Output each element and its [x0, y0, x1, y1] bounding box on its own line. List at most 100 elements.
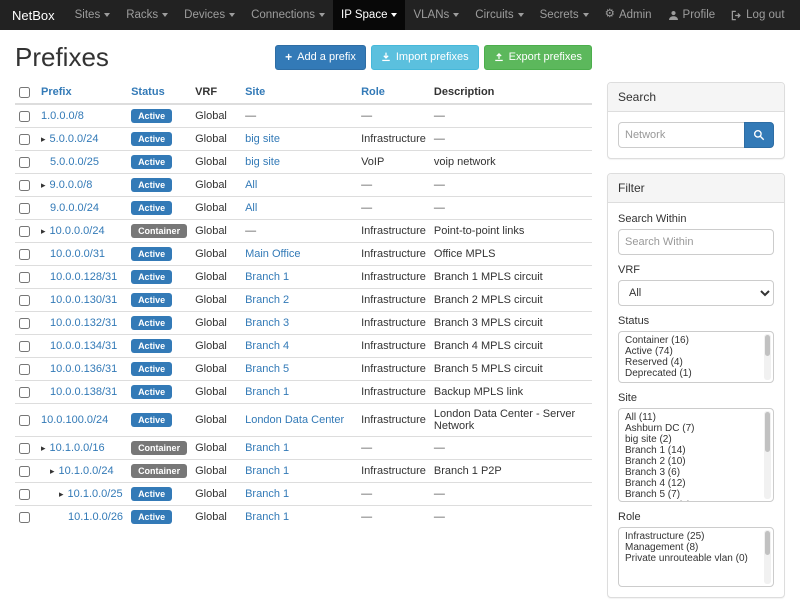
row-checkbox[interactable]	[19, 226, 30, 237]
nav-item-sites[interactable]: Sites	[67, 0, 119, 30]
nav-item-log-out[interactable]: Log out	[723, 0, 792, 30]
prefix-link[interactable]: 10.0.0.136/31	[50, 363, 117, 375]
row-checkbox[interactable]	[19, 157, 30, 168]
nav-item-racks[interactable]: Racks	[118, 0, 176, 30]
listbox-option[interactable]: Reserved (4)	[625, 357, 757, 368]
prefix-link[interactable]: 10.0.100.0/24	[41, 414, 108, 426]
site-link[interactable]: big site	[245, 133, 280, 145]
vrf-select[interactable]: All	[618, 280, 774, 306]
row-checkbox[interactable]	[19, 295, 30, 306]
row-checkbox[interactable]	[19, 111, 30, 122]
export-prefixes-button[interactable]: Export prefixes	[484, 45, 592, 69]
prefix-link[interactable]: 5.0.0.0/25	[50, 156, 99, 168]
site-link[interactable]: Branch 1	[245, 488, 289, 500]
row-checkbox[interactable]	[19, 180, 30, 191]
nav-item-devices[interactable]: Devices	[176, 0, 243, 30]
status-listbox[interactable]: Container (16)Active (74)Reserved (4)Dep…	[618, 331, 774, 383]
prefix-link[interactable]: 10.1.0.0/16	[50, 442, 105, 454]
expand-toggle-icon[interactable]: ▸	[41, 226, 46, 236]
site-link[interactable]: All	[245, 202, 257, 214]
row-checkbox[interactable]	[19, 134, 30, 145]
listbox-option[interactable]: COLO 1 24 (4)	[625, 500, 757, 502]
site-link[interactable]: Branch 1	[245, 442, 289, 454]
site-link[interactable]: All	[245, 179, 257, 191]
row-checkbox[interactable]	[19, 318, 30, 329]
listbox-option[interactable]: Branch 4 (12)	[625, 478, 757, 489]
column-header-label[interactable]: Role	[361, 86, 385, 98]
search-input[interactable]	[618, 122, 745, 148]
listbox-option[interactable]: Branch 5 (7)	[625, 489, 757, 500]
prefix-link[interactable]: 10.0.0.138/31	[50, 386, 117, 398]
site-link[interactable]: Branch 3	[245, 317, 289, 329]
listbox-option[interactable]: Branch 3 (6)	[625, 467, 757, 478]
nav-item-profile[interactable]: Profile	[660, 0, 724, 30]
site-link[interactable]: big site	[245, 156, 280, 168]
brand[interactable]: NetBox	[12, 0, 55, 30]
site-link[interactable]: Main Office	[245, 248, 300, 260]
search-within-input[interactable]	[618, 229, 774, 255]
listbox-option[interactable]: Deprecated (1)	[625, 368, 757, 379]
listbox-option[interactable]: Branch 1 (14)	[625, 445, 757, 456]
listbox-option[interactable]: Active (74)	[625, 346, 757, 357]
site-link[interactable]: Branch 1	[245, 465, 289, 477]
row-checkbox[interactable]	[19, 341, 30, 352]
listbox-option[interactable]: Branch 2 (10)	[625, 456, 757, 467]
listbox-option[interactable]: All (11)	[625, 412, 757, 423]
nav-item-admin[interactable]: ⚙Admin	[597, 0, 660, 30]
nav-item-secrets[interactable]: Secrets	[532, 0, 597, 30]
site-link[interactable]: Branch 2	[245, 294, 289, 306]
prefix-link[interactable]: 10.0.0.0/24	[50, 225, 105, 237]
listbox-option[interactable]: Infrastructure (25)	[625, 531, 757, 542]
listbox-option[interactable]: Private unrouteable vlan (0)	[625, 553, 757, 564]
add-prefix-button[interactable]: + Add a prefix	[275, 45, 366, 69]
listbox-option[interactable]: Ashburn DC (7)	[625, 423, 757, 434]
row-checkbox[interactable]	[19, 203, 30, 214]
scrollbar[interactable]	[764, 530, 771, 584]
site-link[interactable]: Branch 4	[245, 340, 289, 352]
row-checkbox[interactable]	[19, 466, 30, 477]
listbox-option[interactable]: big site (2)	[625, 434, 757, 445]
prefix-link[interactable]: 9.0.0.0/24	[50, 202, 99, 214]
expand-toggle-icon[interactable]: ▸	[59, 489, 64, 499]
scrollbar[interactable]	[764, 334, 771, 380]
site-link[interactable]: Branch 5	[245, 363, 289, 375]
site-listbox[interactable]: All (11)Ashburn DC (7)big site (2)Branch…	[618, 408, 774, 502]
prefix-link[interactable]: 1.0.0.0/8	[41, 110, 84, 122]
prefix-link[interactable]: 10.0.0.128/31	[50, 271, 117, 283]
column-header-label[interactable]: Prefix	[41, 86, 72, 98]
row-checkbox[interactable]	[19, 387, 30, 398]
nav-item-circuits[interactable]: Circuits	[467, 0, 531, 30]
prefix-link[interactable]: 10.1.0.0/26	[68, 511, 123, 523]
search-button[interactable]	[744, 122, 774, 148]
row-checkbox[interactable]	[19, 364, 30, 375]
prefix-link[interactable]: 10.1.0.0/25	[68, 488, 123, 500]
site-link[interactable]: Branch 1	[245, 511, 289, 523]
row-checkbox[interactable]	[19, 489, 30, 500]
prefix-link[interactable]: 10.0.0.132/31	[50, 317, 117, 329]
row-checkbox[interactable]	[19, 249, 30, 260]
listbox-option[interactable]: Management (8)	[625, 542, 757, 553]
prefix-link[interactable]: 10.0.0.0/31	[50, 248, 105, 260]
row-checkbox[interactable]	[19, 272, 30, 283]
row-checkbox[interactable]	[19, 443, 30, 454]
expand-toggle-icon[interactable]: ▸	[41, 134, 46, 144]
site-link[interactable]: Branch 1	[245, 271, 289, 283]
expand-toggle-icon[interactable]: ▸	[41, 443, 46, 453]
site-link[interactable]: Branch 1	[245, 386, 289, 398]
site-link[interactable]: London Data Center	[245, 414, 344, 426]
import-prefixes-button[interactable]: Import prefixes	[371, 45, 479, 69]
prefix-link[interactable]: 10.1.0.0/24	[59, 465, 114, 477]
listbox-option[interactable]: Container (16)	[625, 335, 757, 346]
column-header-label[interactable]: Status	[131, 86, 165, 98]
nav-item-connections[interactable]: Connections	[243, 0, 333, 30]
row-checkbox[interactable]	[19, 512, 30, 523]
nav-item-vlans[interactable]: VLANs	[405, 0, 467, 30]
expand-toggle-icon[interactable]: ▸	[50, 466, 55, 476]
prefix-link[interactable]: 10.0.0.134/31	[50, 340, 117, 352]
select-all-checkbox[interactable]	[19, 87, 30, 98]
prefix-link[interactable]: 10.0.0.130/31	[50, 294, 117, 306]
prefix-link[interactable]: 9.0.0.0/8	[50, 179, 93, 191]
column-header-label[interactable]: Site	[245, 86, 265, 98]
row-checkbox[interactable]	[19, 415, 30, 426]
nav-item-ip-space[interactable]: IP Space	[333, 0, 405, 30]
